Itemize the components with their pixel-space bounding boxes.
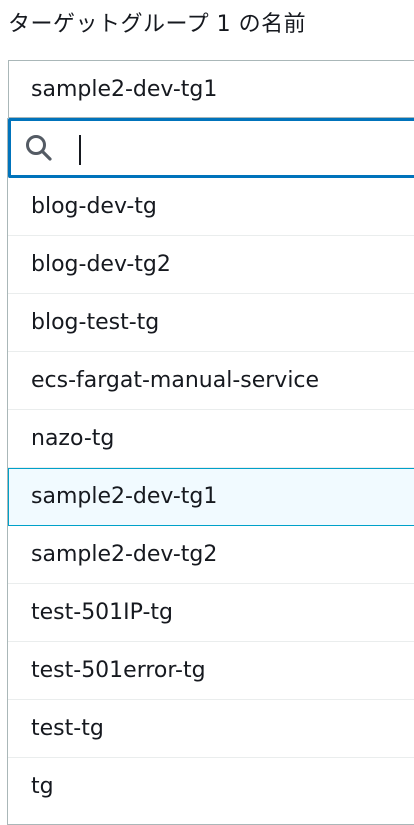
list-item[interactable]: test-tg bbox=[8, 700, 414, 758]
field-label: ターゲットグループ 1 の名前 bbox=[8, 12, 307, 37]
list-item[interactable]: test-501error-tg bbox=[8, 642, 414, 700]
list-item[interactable]: sample2-dev-tg2 bbox=[8, 526, 414, 584]
list-item[interactable]: blog-test-tg bbox=[8, 294, 414, 352]
list-item[interactable]: tg bbox=[8, 758, 414, 816]
text-cursor bbox=[79, 135, 81, 165]
target-group-select[interactable]: sample2-dev-tg1 bbox=[8, 60, 414, 118]
list-item[interactable]: test-501IP-tg bbox=[8, 584, 414, 642]
list-item[interactable]: ecs-fargat-manual-service bbox=[8, 352, 414, 410]
search-icon bbox=[26, 135, 52, 161]
dropdown-panel: blog-dev-tg blog-dev-tg2 blog-test-tg ec… bbox=[7, 118, 414, 825]
list-item[interactable]: blog-dev-tg bbox=[8, 178, 414, 236]
list-item[interactable]: nazo-tg bbox=[8, 410, 414, 468]
list-item[interactable]: blog-dev-tg2 bbox=[8, 236, 414, 294]
list-item-selected[interactable]: sample2-dev-tg1 bbox=[8, 468, 414, 526]
options-list: blog-dev-tg blog-dev-tg2 blog-test-tg ec… bbox=[8, 178, 414, 816]
search-input[interactable] bbox=[67, 129, 407, 167]
search-box[interactable] bbox=[8, 118, 414, 178]
